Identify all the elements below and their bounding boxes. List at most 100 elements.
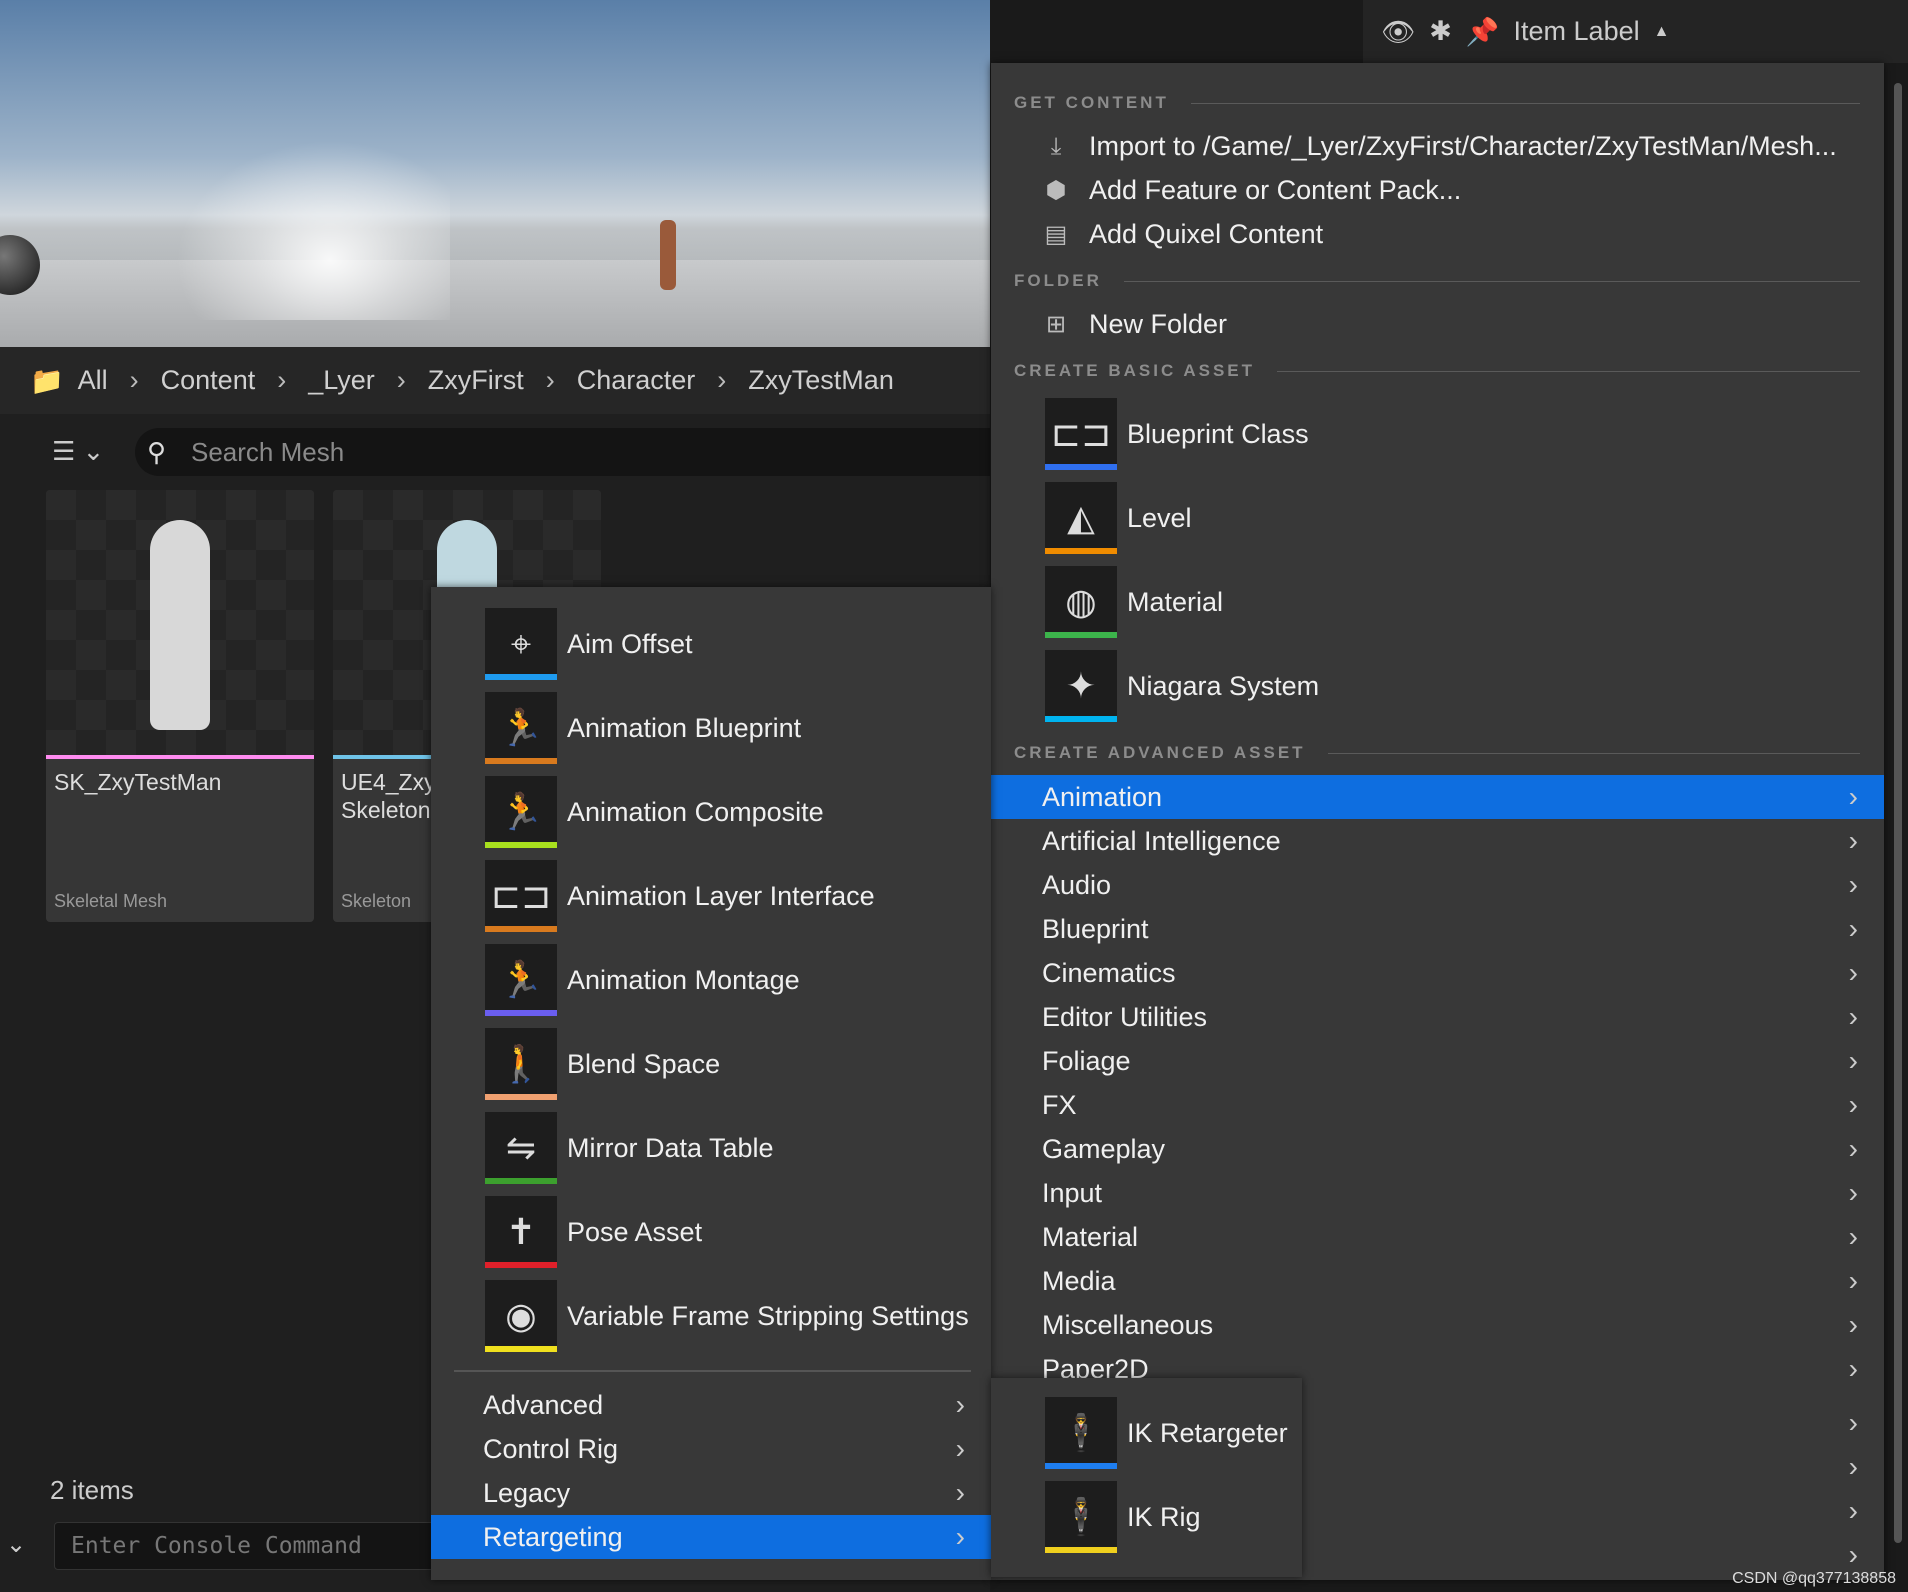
asterisk-icon[interactable]: ✱: [1429, 16, 1452, 47]
animation-montage-menu-item[interactable]: 🏃 Animation Montage: [485, 944, 800, 1016]
animation-composite-icon: 🏃: [485, 776, 557, 848]
breadcrumb-item[interactable]: All: [78, 365, 108, 396]
level-viewport[interactable]: [0, 0, 990, 347]
menu-item-label: IK Retargeter: [1127, 1417, 1288, 1448]
chevron-right-icon: ›: [1848, 1221, 1858, 1252]
menu-item-label: Animation: [1042, 781, 1163, 812]
category-foliage[interactable]: Foliage ›: [991, 1039, 1884, 1083]
folder-icon: 📁: [30, 365, 64, 396]
animation-layer-interface-icon: ⊏⊐: [485, 860, 557, 932]
retargeting-submenu: 🕴 IK Retargeter 🕴 IK Rig: [991, 1378, 1302, 1577]
category-gameplay[interactable]: Gameplay ›: [991, 1127, 1884, 1171]
menu-item-label: Audio: [1042, 869, 1112, 900]
chevron-right-icon: ›: [1848, 1265, 1858, 1296]
category-animation[interactable]: Animation ›: [991, 775, 1884, 819]
menu-item-label: Retargeting: [483, 1521, 623, 1552]
category-editor-utilities[interactable]: Editor Utilities ›: [991, 995, 1884, 1039]
breadcrumb-item[interactable]: Content: [161, 365, 256, 396]
asset-type: Skeleton: [341, 891, 412, 911]
breadcrumb-item[interactable]: Character: [577, 365, 696, 396]
watermark: CSDN @qq377138858: [1732, 1570, 1896, 1587]
search-placeholder: Search Mesh: [191, 436, 345, 467]
category-audio[interactable]: Audio ›: [991, 863, 1884, 907]
menu-item-label: Aim Offset: [567, 628, 693, 659]
level-menu-item[interactable]: ◭ Level: [1045, 482, 1192, 554]
new-folder-menu-item[interactable]: ⊞ New Folder: [1043, 309, 1227, 340]
category-miscellaneous[interactable]: Miscellaneous ›: [991, 1303, 1884, 1347]
menu-item-label: New Folder: [1089, 309, 1228, 339]
ik-rig-menu-item[interactable]: 🕴 IK Rig: [1045, 1481, 1201, 1553]
menu-item-label: Input: [1042, 1177, 1103, 1208]
chevron-right-icon: ›: [129, 365, 139, 395]
console-toggle[interactable]: ⌄: [6, 1530, 26, 1559]
chevron-right-icon: ›: [955, 1521, 965, 1552]
viewport-floor: [0, 260, 990, 347]
chevron-right-icon: ›: [717, 365, 727, 395]
menu-item-label: Advanced: [483, 1389, 604, 1420]
submenu-retargeting[interactable]: Retargeting ›: [431, 1515, 991, 1559]
niagara-particles: [150, 120, 450, 320]
animation-submenu: ⌖ Aim Offset 🏃 Animation Blueprint 🏃 Animatio…: [431, 587, 991, 1580]
chevron-right-icon: ›: [1848, 1001, 1858, 1032]
category-media[interactable]: Media ›: [991, 1259, 1884, 1303]
aim-offset-menu-item[interactable]: ⌖ Aim Offset: [485, 608, 693, 680]
pose-asset-menu-item[interactable]: ✝ Pose Asset: [485, 1196, 702, 1268]
menu-item-label: Level: [1127, 502, 1192, 533]
category-fx[interactable]: FX ›: [991, 1083, 1884, 1127]
breadcrumb-item[interactable]: _Lyer: [308, 365, 375, 396]
outliner-header: 👁 ✱ 📌 Item Label ▲: [1363, 0, 1908, 63]
chevron-right-icon: ›: [955, 1477, 965, 1508]
animation-blueprint-menu-item[interactable]: 🏃 Animation Blueprint: [485, 692, 801, 764]
menu-item-label: Foliage: [1042, 1045, 1131, 1076]
menu-item-label: Miscellaneous: [1042, 1309, 1214, 1340]
asset-thumbnail: [46, 490, 314, 755]
category-input[interactable]: Input ›: [991, 1171, 1884, 1215]
animation-layer-interface-menu-item[interactable]: ⊏⊐ Animation Layer Interface: [485, 860, 875, 932]
ik-retargeter-menu-item[interactable]: 🕴 IK Retargeter: [1045, 1397, 1288, 1469]
viewport-character: [660, 220, 676, 290]
import-menu-item[interactable]: ⤓ Import to /Game/_Lyer/ZxyFirst/Characte…: [1043, 131, 1837, 162]
variable-frame-stripping-settings-menu-item[interactable]: ◉ Variable Frame Stripping Settings: [485, 1280, 969, 1352]
section-folder: FOLDER: [1014, 271, 1860, 291]
submenu-control-rig[interactable]: Control Rig ›: [431, 1427, 991, 1471]
section-create-basic-asset: CREATE BASIC ASSET: [1014, 361, 1860, 381]
category-cinematics[interactable]: Cinematics ›: [991, 951, 1884, 995]
mirror-data-table-menu-item[interactable]: ⇋ Mirror Data Table: [485, 1112, 774, 1184]
console-input[interactable]: Enter Console Command: [54, 1522, 454, 1570]
asset-tile[interactable]: SK_ZxyTestMan Skeletal Mesh: [46, 490, 314, 922]
search-input[interactable]: ⚲ Search Mesh: [135, 428, 990, 476]
import-icon: ⤓: [1050, 132, 1062, 160]
pin-icon[interactable]: 📌: [1466, 16, 1500, 48]
menu-item-label: Import to /Game/_Lyer/ZxyFirst/Character…: [1089, 131, 1837, 161]
category-artificial-intelligence[interactable]: Artificial Intelligence ›: [991, 819, 1884, 863]
add-quixel-menu-item[interactable]: ▤ Add Quixel Content: [1043, 219, 1323, 250]
material-icon: ◍: [1045, 566, 1117, 638]
niagara-system-menu-item[interactable]: ✦ Niagara System: [1045, 650, 1319, 722]
submenu-advanced[interactable]: Advanced ›: [431, 1383, 991, 1427]
scrollbar[interactable]: [1894, 83, 1902, 1543]
material-menu-item[interactable]: ◍ Material: [1045, 566, 1223, 638]
eye-icon[interactable]: 👁: [1381, 16, 1415, 48]
sort-ascending-icon[interactable]: ▲: [1654, 23, 1670, 41]
chevron-right-icon: ›: [1848, 1177, 1858, 1208]
quixel-icon: ▤: [1044, 221, 1068, 248]
add-feature-pack-menu-item[interactable]: ⬢ Add Feature or Content Pack...: [1043, 175, 1462, 206]
ik-rig-icon: 🕴: [1045, 1481, 1117, 1553]
category-material[interactable]: Material ›: [991, 1215, 1884, 1259]
menu-item-label: Blueprint: [1042, 913, 1149, 944]
menu-item-label: Niagara System: [1127, 670, 1320, 701]
blueprint-class-menu-item[interactable]: ⊏⊐ Blueprint Class: [1045, 398, 1309, 470]
submenu-legacy[interactable]: Legacy ›: [431, 1471, 991, 1515]
animation-composite-menu-item[interactable]: 🏃 Animation Composite: [485, 776, 824, 848]
blend-space-menu-item[interactable]: 🚶 Blend Space: [485, 1028, 720, 1100]
breadcrumb: 📁 All › Content › _Lyer › ZxyFirst › Charact…: [0, 347, 990, 414]
category-blueprint[interactable]: Blueprint ›: [991, 907, 1884, 951]
breadcrumb-item[interactable]: ZxyFirst: [428, 365, 524, 396]
menu-item-label: Control Rig: [483, 1433, 619, 1464]
breadcrumb-item[interactable]: ZxyTestMan: [748, 365, 894, 396]
filter-button[interactable]: ☰ ⌄: [52, 436, 104, 467]
section-create-advanced-asset: CREATE ADVANCED ASSET: [1014, 743, 1860, 763]
menu-item-label: Mirror Data Table: [567, 1132, 774, 1163]
item-label-column[interactable]: Item Label: [1514, 16, 1640, 47]
chevron-right-icon: ›: [1848, 1133, 1858, 1164]
